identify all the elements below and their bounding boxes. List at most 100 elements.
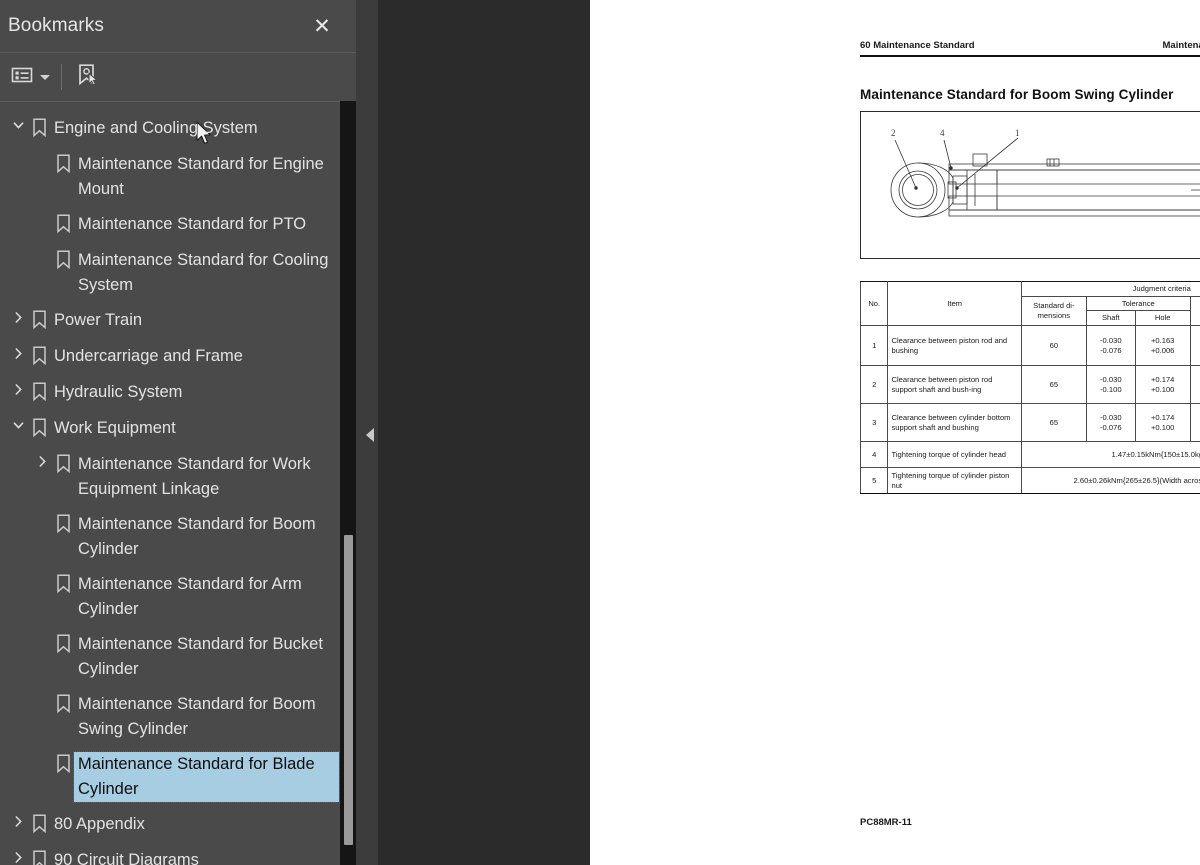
bookmarks-panel-titlebar: Bookmarks ✕ [0, 0, 356, 53]
cell-item: Clearance between piston rod support sha… [887, 365, 1022, 405]
bookmark-item-label: Maintenance Standard for Bucket Cylinder [78, 635, 323, 678]
bookmark-item-label: Maintenance Standard for PTO [78, 215, 307, 233]
bookmark-item[interactable]: Maintenance Standard for Arm Cylinder [0, 567, 340, 627]
triangle-left-icon[interactable] [366, 428, 374, 442]
pdf-page: 60 Maintenance Standard Maintenance Stan… [590, 0, 1200, 865]
table-row: 2 Clearance between piston rod support s… [859, 365, 1200, 405]
pdf-reader-window: Bookmarks ✕ Engine and Cooling System Ma… [0, 0, 1200, 865]
chevron-right-icon[interactable] [8, 812, 28, 828]
chevron-right-icon[interactable] [8, 380, 28, 396]
bookmark-item[interactable]: Maintenance Standard for PTO [0, 207, 340, 243]
header-left-text: 60 Maintenance Standard [860, 40, 975, 51]
bookmark-item-label: Maintenance Standard for Boom Swing Cyli… [78, 695, 316, 738]
bookmark-item[interactable]: 90 Circuit Diagrams [0, 843, 340, 865]
cell-standard-dimensions: 60 [1020, 325, 1087, 367]
cell-no: 5 [859, 467, 889, 495]
chevron-right-icon[interactable] [32, 452, 52, 468]
cell-item: Tightening torque of cylinder piston nut [887, 467, 1022, 495]
cell-hole: +0.174 +0.100 [1134, 365, 1191, 405]
header-rule [860, 55, 1200, 57]
chevron-down-icon [40, 74, 50, 80]
bookmark-icon [28, 416, 50, 437]
bookmark-item[interactable]: Undercarriage and Frame [0, 339, 340, 375]
bookmark-item-label: Maintenance Standard for Engine Mount [78, 155, 324, 198]
th-judgment-criteria: Judgment criteria [1020, 281, 1200, 297]
chevron-down-icon[interactable] [8, 416, 28, 432]
unit-note: Unit: mm [860, 264, 1200, 274]
bookmark-item-label: Maintenance Standard for Blade Cylinder [73, 751, 340, 803]
pdf-viewer-area[interactable]: 60 Maintenance Standard Maintenance Stan… [378, 0, 1200, 865]
bookmark-icon [52, 632, 74, 653]
bookmark-item-label: 90 Circuit Diagrams [54, 851, 199, 865]
cell-item: Tightening torque of cylinder head [887, 441, 1022, 469]
bookmark-icon [52, 692, 74, 713]
close-icon[interactable]: ✕ [308, 12, 336, 40]
cell-item: Clearance between cylinder bottom suppor… [887, 403, 1022, 443]
th-shaft: Shaft [1085, 310, 1136, 327]
cell-no: 1 [859, 325, 889, 367]
table-header-row: No. Item Judgment criteria Remedy [859, 280, 1200, 327]
bookmark-icon [52, 152, 74, 173]
bookmark-icon [52, 248, 74, 269]
cell-standard-clearance: 0.130 to0.274 [1189, 365, 1200, 405]
bookmarks-tree[interactable]: Engine and Cooling System Maintenance Sta… [0, 101, 340, 865]
bookmark-item[interactable]: Maintenance Standard for Cooling System [0, 243, 340, 303]
list-options-icon [11, 66, 33, 89]
cell-shaft: -0.030 -0.100 [1085, 365, 1136, 405]
page-running-header: 60 Maintenance Standard Maintenance Stan… [860, 40, 1200, 51]
cell-standard-clearance: 0.036 to0.239 [1189, 325, 1200, 367]
page-footer: PC88MR-11 60-75 [860, 817, 1200, 828]
bookmark-item[interactable]: Maintenance Standard for Blade Cylinder [0, 747, 340, 807]
th-tolerance: Tolerance [1085, 295, 1191, 312]
bookmark-item[interactable]: Work Equipment [0, 411, 340, 447]
chevron-right-icon[interactable] [8, 848, 28, 864]
bookmarks-toolbar [0, 53, 356, 145]
cell-hole: +0.174 +0.100 [1134, 403, 1191, 443]
chevron-right-icon[interactable] [8, 344, 28, 360]
chevron-down-icon[interactable] [8, 116, 28, 132]
table-row: 5 Tightening torque of cylinder piston n… [859, 467, 1200, 495]
bookmark-item-label: Maintenance Standard for Arm Cylinder [78, 575, 302, 618]
bookmark-options-button[interactable] [8, 60, 53, 94]
page-title: Maintenance Standard for Boom Swing Cyli… [860, 87, 1174, 102]
bookmark-icon [28, 380, 50, 401]
bookmarks-panel: Bookmarks ✕ Engine and Cooling System Ma… [0, 0, 356, 865]
bookmark-item-label: Power Train [54, 311, 143, 329]
cell-no: 4 [859, 441, 889, 469]
bookmark-item[interactable]: Maintenance Standard for Bucket Cylinder [0, 627, 340, 687]
cell-span-value: 2.60±0.26kNm{265±26.5}(Width across flat… [1020, 467, 1200, 495]
bookmark-item-label: Undercarriage and Frame [54, 347, 243, 365]
footer-model: PC88MR-11 [860, 817, 912, 828]
cylinder-drawing: 2 4 1 5 3 [890, 128, 1200, 218]
maintenance-standard-table: No. Item Judgment criteria Remedy Standa… [859, 280, 1200, 495]
cell-hole: +0.163 +0.006 [1134, 325, 1191, 367]
bookmark-item[interactable]: Maintenance Standard for Work Equipment … [0, 447, 340, 507]
bookmark-icon [52, 752, 74, 773]
bookmark-item[interactable]: Maintenance Standard for Engine Mount [0, 147, 340, 207]
bookmark-item[interactable]: Maintenance Standard for Boom Cylinder [0, 507, 340, 567]
bookmark-item[interactable]: Power Train [0, 303, 340, 339]
th-hole: Hole [1134, 310, 1191, 327]
cell-span-value: 1.47±0.15kNm{150±15.0kgm} [1020, 441, 1200, 469]
bookmark-item[interactable]: Maintenance Standard for Boom Swing Cyli… [0, 687, 340, 747]
bookmark-item-label: Hydraulic System [54, 383, 183, 401]
figure-boom-swing-cylinder: 2 4 1 5 3 G0103222 [860, 111, 1200, 259]
th-no: No. [859, 280, 889, 327]
bookmark-item[interactable]: 80 Appendix [0, 807, 340, 843]
cell-standard-dimensions: 65 [1020, 403, 1087, 443]
bookmark-item[interactable]: Hydraulic System [0, 375, 340, 411]
chevron-right-icon[interactable] [8, 308, 28, 324]
cell-shaft: -0.030 -0.076 [1085, 403, 1136, 443]
bookmark-icon [28, 308, 50, 329]
expand-current-bookmark-button[interactable] [72, 60, 104, 94]
bookmark-icon [28, 116, 50, 137]
bookmark-icon [28, 812, 50, 833]
bookmark-item[interactable]: Engine and Cooling System [0, 111, 340, 147]
bookmarks-scrollbar-thumb[interactable] [344, 535, 353, 845]
